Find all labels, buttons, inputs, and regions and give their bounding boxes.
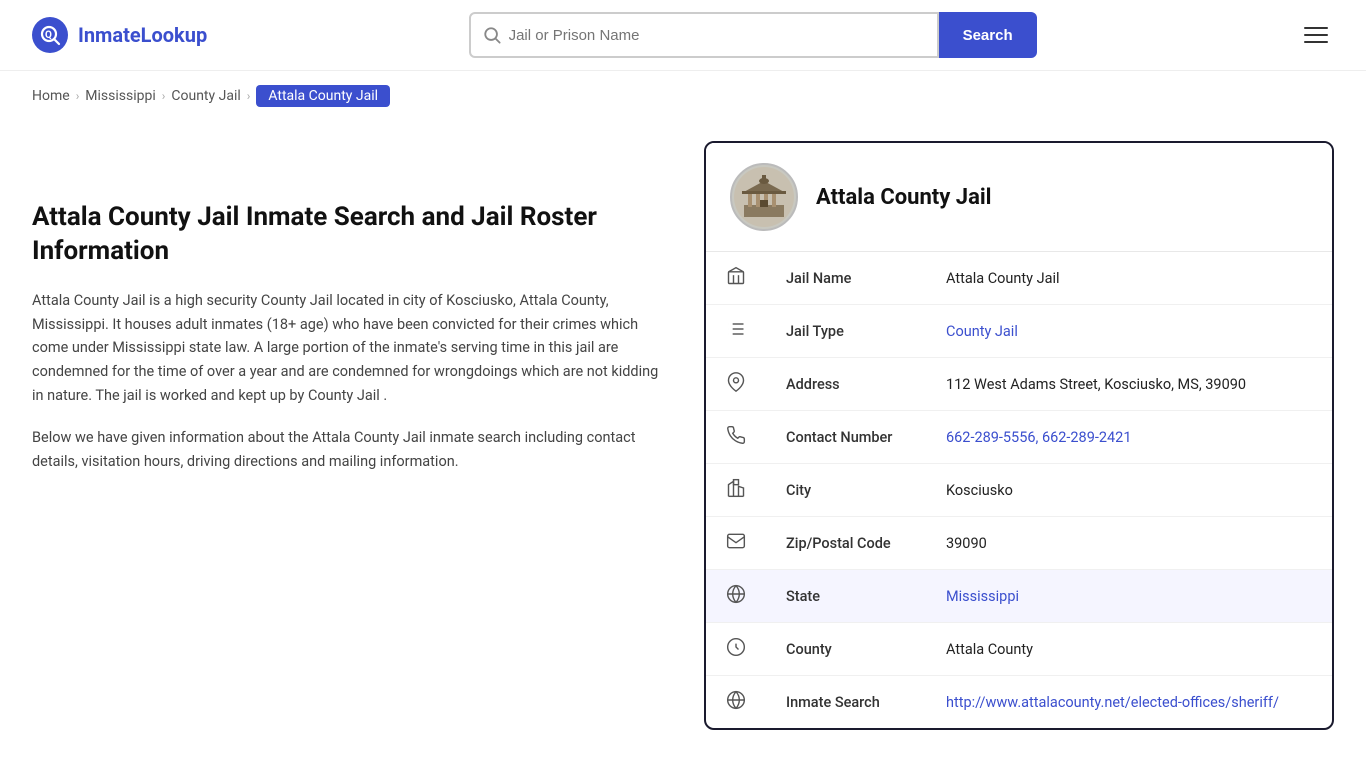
row-value: Kosciusko	[926, 464, 1332, 517]
row-label: Zip/Postal Code	[766, 517, 926, 570]
main-container: Attala County Jail Inmate Search and Jai…	[0, 121, 1366, 770]
row-label: County	[766, 623, 926, 676]
info-table: Jail Name Attala County Jail Jail Type C…	[706, 252, 1332, 728]
row-value: Attala County Jail	[926, 252, 1332, 305]
value-text: Attala County	[946, 641, 1033, 658]
row-label: State	[766, 570, 926, 623]
row-value[interactable]: http://www.attalacounty.net/elected-offi…	[926, 676, 1332, 729]
table-row: City Kosciusko	[706, 464, 1332, 517]
row-value[interactable]: 662-289-5556, 662-289-2421	[926, 411, 1332, 464]
row-icon	[706, 305, 766, 358]
breadcrumb-county-jail[interactable]: County Jail	[171, 88, 240, 104]
row-icon	[706, 570, 766, 623]
table-row: Zip/Postal Code 39090	[706, 517, 1332, 570]
header: Q InmateLookup Search	[0, 0, 1366, 71]
jail-avatar	[730, 163, 798, 231]
search-button[interactable]: Search	[939, 12, 1037, 58]
value-link[interactable]: 662-289-5556, 662-289-2421	[946, 429, 1131, 446]
search-area: Search	[469, 12, 1037, 58]
row-value: 39090	[926, 517, 1332, 570]
value-text: 39090	[946, 535, 987, 552]
row-label: Inmate Search	[766, 676, 926, 729]
search-icon	[483, 26, 501, 44]
breadcrumb-mississippi[interactable]: Mississippi	[85, 88, 155, 104]
card-title: Attala County Jail	[816, 185, 991, 210]
table-row: Inmate Search http://www.attalacounty.ne…	[706, 676, 1332, 729]
search-input[interactable]	[509, 27, 925, 44]
row-value[interactable]: Mississippi	[926, 570, 1332, 623]
table-row: Jail Type County Jail	[706, 305, 1332, 358]
table-row: Address 112 West Adams Street, Kosciusko…	[706, 358, 1332, 411]
courthouse-icon	[734, 167, 794, 227]
breadcrumb-sep-2: ›	[162, 89, 166, 103]
row-icon	[706, 517, 766, 570]
row-label: City	[766, 464, 926, 517]
value-text: 112 West Adams Street, Kosciusko, MS, 39…	[946, 376, 1246, 393]
row-value: 112 West Adams Street, Kosciusko, MS, 39…	[926, 358, 1332, 411]
value-link[interactable]: County Jail	[946, 323, 1018, 340]
breadcrumb-home[interactable]: Home	[32, 88, 70, 104]
row-label: Address	[766, 358, 926, 411]
value-text: Attala County Jail	[946, 270, 1060, 287]
table-row: Jail Name Attala County Jail	[706, 252, 1332, 305]
value-text: Kosciusko	[946, 482, 1013, 499]
row-icon	[706, 411, 766, 464]
page-title: Attala County Jail Inmate Search and Jai…	[32, 201, 672, 269]
menu-bar-1	[1304, 27, 1328, 29]
description-1: Attala County Jail is a high security Co…	[32, 289, 672, 409]
jail-info-card: Attala County Jail Jail Name Attala Coun…	[704, 141, 1334, 730]
row-label: Jail Type	[766, 305, 926, 358]
row-icon	[706, 623, 766, 676]
row-icon	[706, 464, 766, 517]
svg-text:Q: Q	[45, 30, 52, 41]
value-link[interactable]: Mississippi	[946, 588, 1019, 605]
table-row: State Mississippi	[706, 570, 1332, 623]
table-row: County Attala County	[706, 623, 1332, 676]
menu-bar-2	[1304, 34, 1328, 36]
value-link[interactable]: http://www.attalacounty.net/elected-offi…	[946, 694, 1279, 711]
row-label: Jail Name	[766, 252, 926, 305]
table-row: Contact Number 662-289-5556, 662-289-242…	[706, 411, 1332, 464]
left-content: Attala County Jail Inmate Search and Jai…	[32, 141, 672, 730]
row-icon	[706, 252, 766, 305]
breadcrumb-sep-1: ›	[76, 89, 80, 103]
breadcrumb: Home › Mississippi › County Jail › Attal…	[0, 71, 1366, 121]
menu-bar-3	[1304, 41, 1328, 43]
row-icon	[706, 358, 766, 411]
row-value: Attala County	[926, 623, 1332, 676]
logo-text: InmateLookup	[78, 23, 207, 47]
menu-button[interactable]	[1298, 21, 1334, 49]
breadcrumb-active: Attala County Jail	[256, 85, 390, 107]
description-2: Below we have given information about th…	[32, 426, 672, 474]
row-icon	[706, 676, 766, 729]
row-label: Contact Number	[766, 411, 926, 464]
row-value[interactable]: County Jail	[926, 305, 1332, 358]
card-header: Attala County Jail	[706, 143, 1332, 252]
logo-link[interactable]: Q InmateLookup	[32, 17, 207, 53]
logo-icon: Q	[32, 17, 68, 53]
search-input-wrapper	[469, 12, 939, 58]
breadcrumb-sep-3: ›	[247, 89, 251, 103]
